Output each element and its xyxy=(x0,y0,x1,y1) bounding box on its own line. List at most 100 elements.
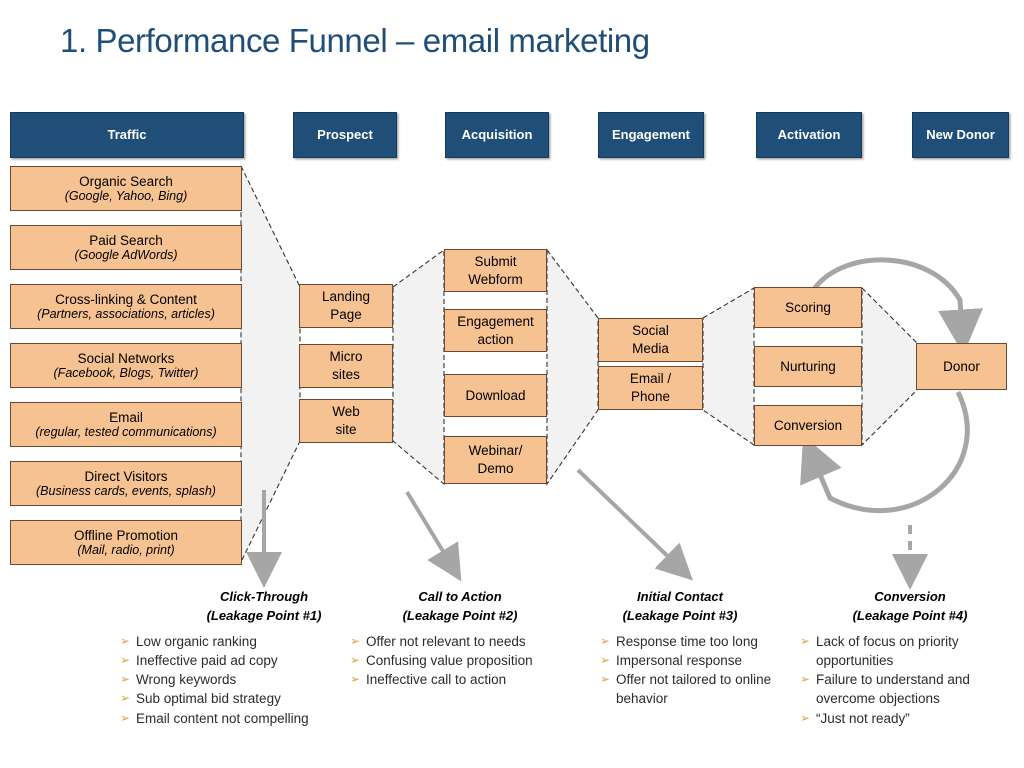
arrow-bullet-icon: ➢ xyxy=(120,672,131,687)
list-item[interactable]: ➢ “Just not ready” xyxy=(800,709,1012,728)
leakage-title-sub: (Leakage Point #4) xyxy=(852,607,968,623)
acquisition-item-webinar-demo[interactable]: Webinar/ Demo xyxy=(444,436,547,484)
stage-header-acquisition[interactable]: Acquisition xyxy=(445,112,549,158)
item-line-1: Micro xyxy=(329,349,363,365)
arrow-bullet-icon: ➢ xyxy=(120,710,131,725)
traffic-item-social-networks[interactable]: Social Networks (Facebook, Blogs, Twitte… xyxy=(10,343,242,388)
arrow-bullet-icon: ➢ xyxy=(120,634,131,648)
leakage-title-1: Click-Through (Leakage Point #1) xyxy=(152,588,376,626)
list-item-label: Sub optimal bid strategy xyxy=(136,691,281,707)
list-item[interactable]: ➢ Wrong keywords xyxy=(120,670,350,689)
list-item-label: Ineffective call to action xyxy=(366,672,507,688)
leakage-title-main: Call to Action xyxy=(418,589,502,604)
activation-item-nurturing[interactable]: Nurturing xyxy=(754,346,862,387)
stage-header-traffic[interactable]: Traffic xyxy=(10,112,244,158)
list-item-label: Response time too long xyxy=(616,634,758,649)
engagement-item-email-phone[interactable]: Email / Phone xyxy=(598,366,703,410)
item-subtitle: (Facebook, Blogs, Twitter) xyxy=(53,366,199,381)
list-item-label: Wrong keywords xyxy=(136,672,237,688)
list-item-label: Offer not tailored to online behavior xyxy=(616,672,772,707)
leakage-title-sub: (Leakage Point #1) xyxy=(206,607,322,623)
list-item-label: “Just not ready” xyxy=(816,710,910,726)
leakage-arrow-3 xyxy=(576,468,693,581)
item-title: Direct Visitors xyxy=(84,468,168,484)
slide-canvas: 1. Performance Funnel – email marketing … xyxy=(0,0,1024,768)
arrow-bullet-icon: ➢ xyxy=(350,653,361,668)
acquisition-item-engagement-action[interactable]: Engagement action xyxy=(444,309,547,352)
acquisition-item-download[interactable]: Download xyxy=(444,374,547,417)
item-line-1: Donor xyxy=(943,358,980,374)
funnel-activation-donor xyxy=(861,286,918,447)
arrow-bullet-icon: ➢ xyxy=(120,653,131,668)
leakage-title-4: Conversion (Leakage Point #4) xyxy=(798,588,1022,626)
item-line-1: Web xyxy=(332,404,360,420)
traffic-item-email[interactable]: Email (regular, tested communications) xyxy=(10,402,242,447)
leakage-title-2: Call to Action (Leakage Point #2) xyxy=(348,588,572,626)
item-line-2: action xyxy=(477,331,514,347)
list-item[interactable]: ➢ Confusing value proposition xyxy=(350,651,582,670)
leakage-title-sub: (Leakage Point #2) xyxy=(402,607,518,623)
list-item[interactable]: ➢ Ineffective call to action xyxy=(350,670,582,689)
list-item[interactable]: ➢ Low organic ranking xyxy=(120,632,350,651)
leakage-title-main: Click-Through xyxy=(219,589,309,604)
item-title: Social Networks xyxy=(77,350,175,366)
item-title: Email xyxy=(109,409,143,425)
item-line-2: sites xyxy=(332,367,360,382)
prospect-item-landing-page[interactable]: Landing Page xyxy=(299,284,393,328)
list-item[interactable]: ➢ Email content not compelling xyxy=(120,709,350,728)
item-line-1: Webinar/ xyxy=(468,443,523,459)
activation-item-conversion[interactable]: Conversion xyxy=(754,405,862,446)
funnel-engagement-activation xyxy=(702,287,755,447)
arrow-bullet-icon: ➢ xyxy=(350,634,361,648)
leakage-list-2: ➢ Offer not relevant to needs ➢ Confusin… xyxy=(350,632,582,689)
list-item-label: Ineffective paid ad copy xyxy=(136,653,278,669)
list-item[interactable]: ➢ Impersonal response xyxy=(600,651,786,670)
stage-header-prospect[interactable]: Prospect xyxy=(293,112,397,158)
leakage-arrow-2 xyxy=(405,490,462,582)
item-subtitle: (regular, tested communications) xyxy=(35,425,217,440)
list-item[interactable]: ➢ Response time too long xyxy=(600,632,786,651)
activation-item-scoring[interactable]: Scoring xyxy=(754,287,862,328)
item-line-1: Social xyxy=(632,323,669,339)
leakage-title-main: Conversion xyxy=(874,589,946,604)
page-title: 1. Performance Funnel – email marketing xyxy=(60,22,650,59)
item-line-1: Nurturing xyxy=(780,358,836,374)
funnel-traffic-prospect xyxy=(240,165,301,563)
leakage-title-3: Initial Contact (Leakage Point #3) xyxy=(568,588,792,626)
funnel-prospect-acquisition xyxy=(392,248,445,486)
arrow-bullet-icon: ➢ xyxy=(350,672,361,687)
item-line-1: Submit xyxy=(474,253,517,269)
item-line-1: Landing xyxy=(321,289,371,305)
list-item[interactable]: ➢ Lack of focus on priority opportunitie… xyxy=(800,632,1012,670)
traffic-item-offline-promotion[interactable]: Offline Promotion (Mail, radio, print) xyxy=(10,520,242,565)
prospect-item-web-site[interactable]: Web site xyxy=(299,399,393,443)
donor-box[interactable]: Donor xyxy=(916,343,1007,390)
arrow-bullet-icon: ➢ xyxy=(800,710,811,725)
list-item[interactable]: ➢ Sub optimal bid strategy xyxy=(120,689,350,708)
arrow-bullet-icon: ➢ xyxy=(600,672,611,687)
item-line-2: Demo xyxy=(477,461,514,476)
arrow-bullet-icon: ➢ xyxy=(800,672,811,687)
prospect-item-micro-sites[interactable]: Micro sites xyxy=(299,344,393,388)
list-item[interactable]: ➢ Offer not tailored to online behavior xyxy=(600,670,786,708)
list-item[interactable]: ➢ Offer not relevant to needs xyxy=(350,632,582,651)
traffic-item-direct-visitors[interactable]: Direct Visitors (Business cards, events,… xyxy=(10,461,242,506)
item-line-2: Page xyxy=(330,307,362,322)
engagement-item-social-media[interactable]: Social Media xyxy=(598,318,703,362)
item-line-1: Scoring xyxy=(785,299,831,315)
acquisition-item-submit-webform[interactable]: Submit Webform xyxy=(444,249,547,292)
traffic-item-cross-linking[interactable]: Cross-linking & Content (Partners, assoc… xyxy=(10,284,242,329)
leakage-title-main: Initial Contact xyxy=(637,589,723,604)
list-item-label: Failure to understand and overcome objec… xyxy=(816,672,970,707)
traffic-item-organic-search[interactable]: Organic Search (Google, Yahoo, Bing) xyxy=(10,166,242,211)
item-line-2: Webform xyxy=(468,271,523,287)
arrow-bullet-icon: ➢ xyxy=(120,691,131,706)
stage-header-engagement[interactable]: Engagement xyxy=(598,112,704,158)
list-item[interactable]: ➢ Ineffective paid ad copy xyxy=(120,651,350,670)
list-item[interactable]: ➢ Failure to understand and overcome obj… xyxy=(800,670,1012,708)
item-title: Offline Promotion xyxy=(73,527,179,543)
traffic-item-paid-search[interactable]: Paid Search (Google AdWords) xyxy=(10,225,242,270)
arrow-bullet-icon: ➢ xyxy=(600,634,611,648)
stage-header-activation[interactable]: Activation xyxy=(756,112,862,158)
stage-header-new-donor[interactable]: New Donor xyxy=(912,112,1009,158)
